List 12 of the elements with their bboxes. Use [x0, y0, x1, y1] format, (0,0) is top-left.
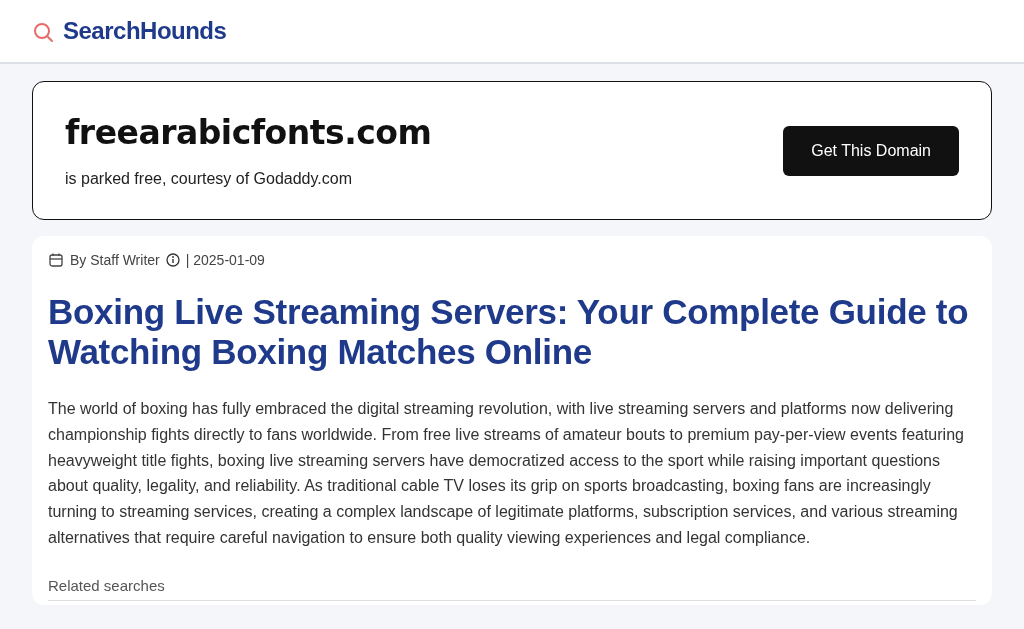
article-body: The world of boxing has fully embraced the digital streaming revolution, with live streaming servers and platforms now delivering championship fights directly to fans worldwide. From free live streams of amateur bouts to premium pay-per-view events featuring heavyweight title fights, boxing live streaming servers have democratized access to the sport while raising important questions about quality, legality, and reliability. As traditional cable TV loses its grip on sports broadcasting, boxing fans are increasingly turning to streaming services, creating a complex landscape of legitimate platforms, subscription services, and various streaming alternatives that require careful navigation to ensure both quality viewing experiences and legal compliance.	[48, 399, 965, 548]
get-domain-button[interactable]: Get This Domain	[783, 125, 959, 176]
author: By Staff Writer	[70, 252, 160, 268]
related-heading: Related searches	[48, 576, 976, 601]
search-icon	[33, 22, 55, 44]
article-title: Boxing Live Streaming Servers: Your Complete Guide to Watching Boxing Matches Online	[48, 292, 970, 372]
publish-date: | 2025-01-09	[185, 252, 265, 268]
info-icon	[165, 253, 180, 267]
brand-name[interactable]: SearchHounds	[63, 17, 227, 45]
calendar-icon	[48, 252, 64, 268]
parked-note: is parked free, courtesy of Godaddy.com	[65, 170, 353, 188]
domain-name: freearabicfonts.com	[65, 113, 432, 152]
